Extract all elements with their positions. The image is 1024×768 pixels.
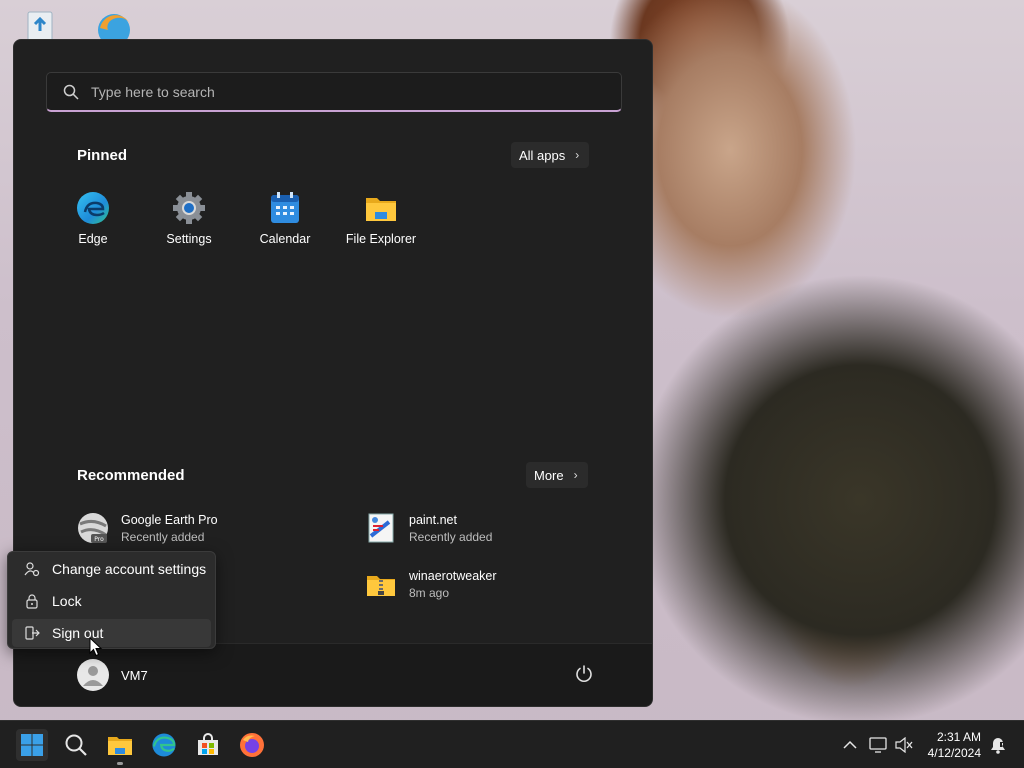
mouse-cursor-icon [89,636,103,662]
google-earth-pro-icon: Pro [77,512,109,544]
pinned-app-calendar[interactable]: Calendar [237,190,333,246]
start-menu-footer: VM7 [14,643,652,706]
search-icon [63,84,79,100]
pinned-app-label: File Explorer [345,232,417,246]
show-hidden-icons-button[interactable] [836,729,864,761]
volume-muted-icon [895,737,913,753]
running-indicator [117,762,123,765]
pinned-app-label: Calendar [259,232,311,246]
more-button[interactable]: More › [526,462,588,488]
account-menu: Change account settings Lock Sign out [7,551,216,649]
search-input[interactable]: Type here to search [46,72,622,112]
sign-out-item[interactable]: Sign out [12,619,211,647]
recommended-item-name: Google Earth Pro [121,512,218,527]
lock-item[interactable]: Lock [12,587,211,615]
store-icon [198,733,218,755]
edge-icon [75,190,111,226]
pinned-app-file-explorer[interactable]: File Explorer [333,190,429,246]
account-settings-icon [24,562,40,577]
taskbar-file-explorer[interactable] [104,729,136,765]
clock-date: 4/12/2024 [927,746,981,760]
chevron-right-icon: › [573,468,578,482]
change-account-settings-item[interactable]: Change account settings [12,555,211,583]
pinned-app-label: Settings [166,232,212,246]
recommended-item-sub: Recently added [121,529,205,544]
recommended-item-winaerotweaker[interactable]: winaerotweaker 8m ago [365,568,497,600]
svg-text:Pro: Pro [94,536,104,543]
recommended-item-sub: Recently added [409,529,493,544]
network-icon [869,737,887,753]
taskbar-clock[interactable]: 2:31 AM 4/12/2024 [928,729,981,761]
pinned-app-settings[interactable]: Settings [141,190,237,246]
power-icon [576,665,592,682]
all-apps-button[interactable]: All apps › [511,142,590,168]
settings-gear-icon [171,190,207,226]
taskbar-edge[interactable] [148,729,180,761]
account-menu-label: Change account settings [52,561,207,577]
zip-folder-icon [365,568,397,600]
pinned-app-label: Edge [78,232,108,246]
search-placeholder: Type here to search [91,83,215,100]
clock-time: 2:31 AM [936,730,981,744]
pinned-app-edge[interactable]: Edge [45,190,141,246]
recommended-item-paint-net[interactable]: paint.net Recently added [365,512,492,544]
notifications-button[interactable] [986,729,1010,761]
recommended-item-name: winaerotweaker [409,568,497,583]
notification-bell-icon [991,738,1005,754]
taskbar-store[interactable] [192,729,224,761]
user-icon [83,666,103,686]
taskbar-firefox[interactable] [236,729,268,761]
pinned-title: Pinned [77,147,128,164]
calendar-icon [267,190,303,226]
paint-net-icon [365,512,397,544]
start-icon [21,734,43,756]
volume-status[interactable] [892,729,916,761]
recommended-item-sub: 8m ago [409,585,450,600]
more-label: More [534,467,564,483]
chevron-up-icon [843,740,857,749]
recommended-title: Recommended [77,467,185,484]
lock-icon [26,594,38,609]
edge-icon [152,733,176,757]
all-apps-label: All apps [519,147,566,163]
taskbar: 2:31 AM 4/12/2024 [0,720,1024,768]
user-name[interactable]: VM7 [121,668,148,683]
sign-out-icon [25,626,40,640]
file-explorer-icon [108,737,132,755]
recommended-item-name: paint.net [409,512,457,527]
recommended-item-google-earth-pro[interactable]: Pro Google Earth Pro Recently added [77,512,218,544]
start-button[interactable] [16,729,48,761]
power-button[interactable] [574,664,594,684]
avatar[interactable] [77,659,109,691]
network-status[interactable] [866,729,890,761]
chevron-right-icon: › [575,148,580,162]
firefox-icon [240,733,264,757]
account-menu-label: Lock [52,593,82,609]
search-icon [65,734,87,756]
folder-icon [363,190,399,226]
taskbar-search-button[interactable] [60,729,92,761]
